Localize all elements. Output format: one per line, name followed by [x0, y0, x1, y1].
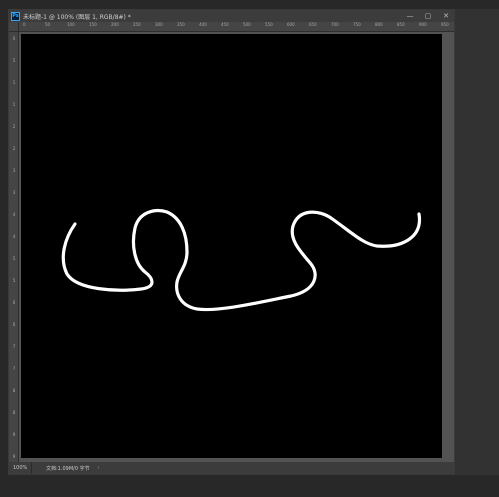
ruler-tick-label: 900	[419, 22, 427, 27]
document-tab[interactable]: Ps 未标题-1 @ 100% (图层 1, RGB/8#) * — ▢ ✕	[9, 10, 454, 22]
ruler-tick-label: 6	[12, 300, 16, 305]
maximize-button[interactable]: ▢	[424, 10, 432, 22]
ruler-tick-label: 4	[12, 212, 16, 217]
ruler-tick-label: 550	[265, 22, 273, 27]
vertical-ruler[interactable]: 0 5 1 1 2 2 3 3 4 4 5 5 6 6 7 7 8 8 9 9	[9, 32, 19, 462]
ruler-tick-label: 5	[12, 256, 16, 261]
status-bar: 100% 文档:1.09M/0 字节 ›	[9, 462, 454, 474]
document-info: 文档:1.09M/0 字节	[46, 465, 90, 472]
ruler-tick-label: 0	[23, 22, 26, 27]
ruler-tick-label: 1	[12, 80, 16, 85]
document-window: Ps 未标题-1 @ 100% (图层 1, RGB/8#) * — ▢ ✕ 0…	[8, 9, 455, 475]
ruler-tick-label: 700	[331, 22, 339, 27]
ruler-tick-label: 950	[441, 22, 449, 27]
ruler-tick-label: 800	[375, 22, 383, 27]
photoshop-icon: Ps	[11, 11, 20, 21]
ruler-tick-label: 9	[12, 454, 16, 459]
ruler-tick-label: 100	[67, 22, 75, 27]
ruler-tick-label: 6	[12, 322, 16, 327]
minimize-button[interactable]: —	[406, 10, 414, 22]
status-menu-arrow[interactable]: ›	[90, 465, 100, 471]
ruler-tick-label: 0	[12, 36, 16, 41]
brush-stroke-layer	[61, 208, 422, 312]
ruler-tick-label: 3	[12, 190, 16, 195]
ruler-tick-label: 2	[12, 146, 16, 151]
ruler-tick-label: 8	[12, 388, 16, 393]
ruler-tick-label: 400	[199, 22, 207, 27]
image-canvas[interactable]	[21, 34, 442, 458]
ruler-tick-label: 8	[12, 410, 16, 415]
ruler-tick-label: 250	[133, 22, 141, 27]
ruler-tick-label: 3	[12, 168, 16, 173]
ruler-tick-label: 850	[397, 22, 405, 27]
ruler-tick-label: 500	[243, 22, 251, 27]
ruler-tick-label: 7	[12, 344, 16, 349]
ruler-origin[interactable]	[9, 22, 19, 32]
ruler-tick-label: 5	[12, 58, 16, 63]
horizontal-ruler[interactable]: 0 50 100 150 200 250 300 350 400 450 500 550 600 650 7…	[19, 22, 454, 32]
ruler-tick-label: 2	[12, 124, 16, 129]
panel-dock-area	[455, 9, 499, 475]
brush-stroke-path	[61, 208, 422, 312]
canvas-area	[19, 32, 454, 462]
ruler-tick-label: 9	[12, 432, 16, 437]
ruler-tick-label: 150	[89, 22, 97, 27]
ruler-tick-label: 600	[287, 22, 295, 27]
close-button[interactable]: ✕	[442, 10, 450, 22]
ruler-tick-label: 50	[45, 22, 51, 27]
ruler-tick-label: 450	[221, 22, 229, 27]
document-title: 未标题-1 @ 100% (图层 1, RGB/8#) *	[23, 13, 131, 21]
ruler-tick-label: 750	[353, 22, 361, 27]
window-controls: — ▢ ✕	[406, 10, 450, 22]
ruler-tick-label: 300	[155, 22, 163, 27]
ruler-tick-label: 650	[309, 22, 317, 27]
ruler-tick-label: 5	[12, 278, 16, 283]
ruler-tick-label: 4	[12, 234, 16, 239]
ruler-tick-label: 350	[177, 22, 185, 27]
ruler-tick-label: 200	[111, 22, 119, 27]
zoom-field[interactable]: 100%	[9, 462, 32, 474]
ruler-tick-label: 1	[12, 102, 16, 107]
ruler-tick-label: 7	[12, 366, 16, 371]
